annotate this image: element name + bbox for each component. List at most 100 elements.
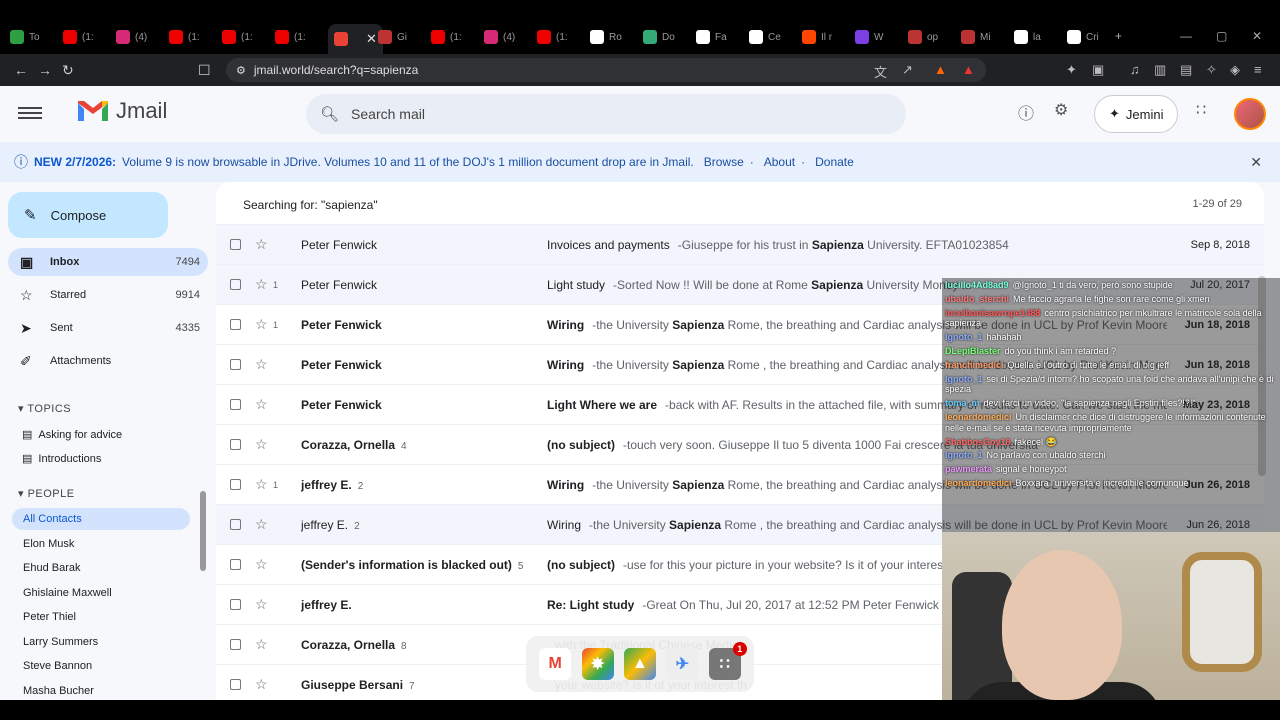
browser-tab[interactable]: Gi (378, 27, 407, 47)
browser-tab[interactable]: ✕ (328, 24, 383, 54)
browser-tab[interactable]: (1: (275, 27, 306, 47)
topics-section-header[interactable]: ▾ TOPICS (18, 402, 71, 415)
browser-tab[interactable]: Cri (1067, 27, 1099, 47)
row-checkbox[interactable] (230, 599, 241, 610)
apps-grid-icon[interactable]: ∷ (1196, 100, 1206, 120)
back-icon[interactable]: ← (14, 62, 28, 78)
sidebar-item-inbox[interactable]: ▣ Inbox 7494 (8, 248, 208, 276)
donate-link[interactable]: Donate (815, 155, 854, 169)
gmail-icon[interactable]: M (539, 648, 572, 680)
star-icon[interactable]: ☆ (255, 356, 268, 373)
browser-tab[interactable]: To (10, 27, 40, 47)
star-icon[interactable]: ☆ (255, 676, 268, 693)
vpn-icon[interactable]: ◈ (1230, 62, 1240, 78)
browser-tab[interactable]: op (908, 27, 938, 47)
row-checkbox[interactable] (230, 479, 241, 490)
browser-tab[interactable]: Fa (696, 27, 727, 47)
screenshot-icon[interactable]: ▣ (1092, 62, 1104, 78)
wallet-icon[interactable]: ▤ (1180, 62, 1192, 78)
row-checkbox[interactable] (230, 519, 241, 530)
person-item[interactable]: Ehud Barak (12, 557, 190, 579)
help-icon[interactable]: ⓘ (1018, 100, 1034, 124)
url-field[interactable]: ⚙ jmail.world/search?q=sapienza (226, 58, 986, 82)
photos-icon[interactable]: ✸ (581, 648, 614, 680)
star-icon[interactable]: ☆ (255, 236, 268, 253)
star-icon[interactable]: ☆ (255, 276, 268, 293)
person-item[interactable]: Steve Bannon (12, 655, 190, 677)
star-icon[interactable]: ☆ (255, 596, 268, 613)
new-tab-icon[interactable]: + (1115, 29, 1122, 43)
row-checkbox[interactable] (230, 679, 241, 690)
browser-tab[interactable]: Ce (749, 27, 781, 47)
person-item[interactable]: Larry Summers (12, 631, 190, 653)
row-checkbox[interactable] (230, 359, 241, 370)
close-icon[interactable]: ✕ (1250, 154, 1262, 171)
person-item[interactable]: Peter Thiel (12, 606, 190, 628)
star-icon[interactable]: ☆ (255, 476, 268, 493)
browser-tab[interactable]: Ro (590, 27, 622, 47)
star-icon[interactable]: ☆ (255, 636, 268, 653)
search-input[interactable]: 🔍︎ Search mail (306, 94, 906, 134)
reload-icon[interactable]: ↻ (62, 62, 74, 79)
browser-tab[interactable]: (1: (537, 27, 568, 47)
browser-tab[interactable]: Mi (961, 27, 991, 47)
browser-tab[interactable]: W (855, 27, 883, 47)
translate-icon[interactable]: 文 (874, 62, 887, 81)
browse-link[interactable]: Browse (704, 155, 744, 169)
share-icon[interactable]: ↗ (902, 62, 913, 78)
avatar[interactable] (1234, 98, 1266, 130)
row-checkbox[interactable] (230, 279, 241, 290)
browser-tab[interactable]: (1: (63, 27, 94, 47)
browser-tab[interactable]: Do (643, 27, 675, 47)
row-checkbox[interactable] (230, 399, 241, 410)
star-icon[interactable]: ☆ (255, 396, 268, 413)
browser-menu-icon[interactable]: ≡ (1254, 62, 1262, 77)
sidebar-item-sent[interactable]: ➤ Sent 4335 (8, 314, 208, 342)
row-checkbox[interactable] (230, 319, 241, 330)
minimize-icon[interactable]: — (1180, 29, 1192, 43)
extensions-icon[interactable]: ✦ (1066, 62, 1077, 78)
media-icon[interactable]: ♫ (1130, 62, 1140, 77)
browser-tab[interactable]: (4) (116, 27, 147, 47)
close-window-icon[interactable]: ✕ (1252, 29, 1262, 43)
sidebar-scrollbar[interactable] (200, 491, 206, 571)
row-checkbox[interactable] (230, 639, 241, 650)
row-checkbox[interactable] (230, 239, 241, 250)
sidebar-item-attachments[interactable]: ✐ Attachments (8, 347, 208, 375)
star-icon[interactable]: ☆ (255, 556, 268, 573)
flights-icon[interactable]: ✈ (666, 648, 699, 680)
jemini-button[interactable]: ✦ Jemini (1094, 95, 1179, 133)
leo-icon[interactable]: ✧ (1206, 62, 1217, 78)
browser-tab[interactable]: Il r (802, 27, 832, 47)
jmail-logo[interactable]: Jmail (76, 98, 167, 124)
forward-icon[interactable]: → (38, 62, 52, 78)
drive-icon[interactable]: ▲ (623, 648, 656, 680)
browser-tab[interactable]: (1: (431, 27, 462, 47)
browser-tab[interactable]: (1: (222, 27, 253, 47)
search-icon[interactable]: 🔍︎ (320, 105, 339, 123)
person-item[interactable]: Ghislaine Maxwell (12, 582, 190, 604)
close-tab-icon[interactable]: ✕ (366, 31, 377, 47)
person-item[interactable]: Elon Musk (12, 533, 190, 555)
hamburger-menu-icon[interactable] (18, 104, 42, 124)
bookmark-icon[interactable]: ☐ (198, 62, 211, 79)
rewards-icon[interactable]: ▲ (962, 62, 975, 77)
topic-item[interactable]: ▤ Asking for advice (22, 428, 122, 442)
email-row[interactable]: ☆ Peter Fenwick Invoices and payments -Gius… (216, 224, 1264, 264)
maximize-icon[interactable]: ▢ (1216, 29, 1227, 43)
browser-tab[interactable]: (4) (484, 27, 515, 47)
settings-gear-icon[interactable]: ⚙ (1054, 100, 1068, 120)
person-item[interactable]: Masha Bucher (12, 680, 190, 702)
brave-shield-icon[interactable]: ▲ (934, 62, 947, 77)
star-icon[interactable]: ☆ (255, 316, 268, 333)
sidebar-item-starred[interactable]: ☆ Starred 9914 (8, 281, 208, 309)
people-section-header[interactable]: ▾ PEOPLE (18, 487, 75, 500)
site-info-icon[interactable]: ⚙ (236, 64, 246, 77)
browser-tab[interactable]: la (1014, 27, 1041, 47)
more-apps-icon[interactable]: ∷ 1 (708, 642, 747, 680)
row-checkbox[interactable] (230, 559, 241, 570)
compose-button[interactable]: ✎ Compose (8, 192, 168, 238)
browser-tab[interactable]: (1: (169, 27, 200, 47)
about-link[interactable]: About (764, 155, 795, 169)
person-item[interactable]: All Contacts (12, 508, 190, 530)
